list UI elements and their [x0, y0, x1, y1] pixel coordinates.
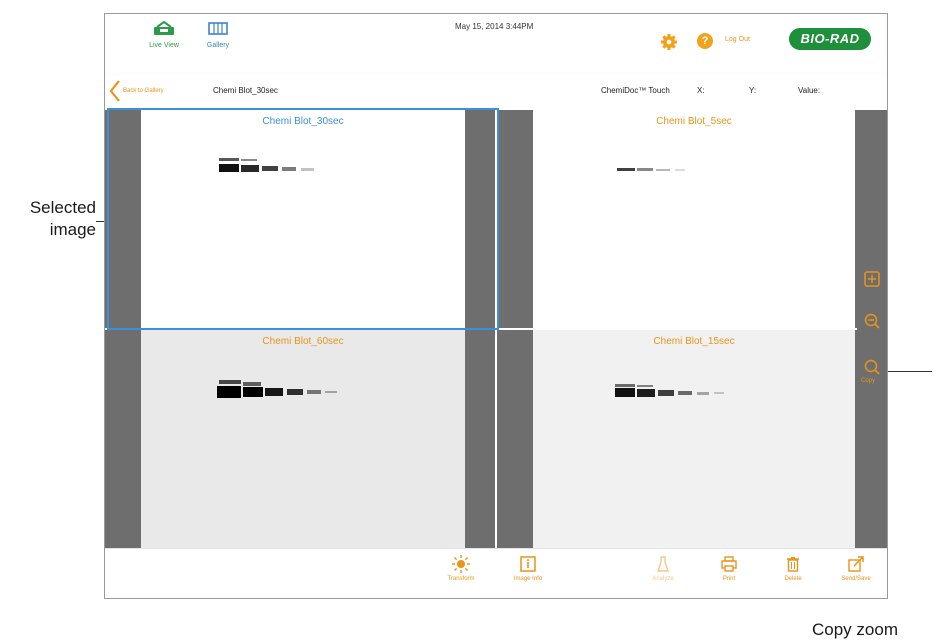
zoom-out-icon[interactable]	[863, 312, 881, 330]
zoom-in-icon[interactable]	[863, 270, 881, 288]
sun-icon	[452, 555, 470, 573]
live-view-label: Live View	[149, 42, 179, 49]
blot-panel-15sec[interactable]: Chemi Blot_15sec	[533, 330, 855, 548]
device-screen: Live View Gallery May 15, 2014 3:44PM ? …	[104, 13, 888, 599]
send-save-button[interactable]: Send/Save	[830, 555, 882, 582]
info-icon	[520, 556, 536, 572]
date-time: May 15, 2014 3:44PM	[455, 22, 534, 31]
callout-text-line2: image	[49, 220, 96, 239]
analyze-button[interactable]: Analyze	[637, 555, 689, 582]
bio-rad-logo: BIO-RAD	[789, 28, 871, 50]
trash-icon	[787, 557, 799, 572]
callout-text-line1: Selected	[29, 198, 96, 217]
image-info-bar: Back to Gallery Chemi Blot_30sec ChemiDo…	[105, 74, 887, 110]
back-label: Back to Gallery	[123, 88, 164, 94]
back-to-gallery-button[interactable]: Back to Gallery	[109, 78, 164, 104]
live-view-icon	[154, 20, 174, 35]
selected-image-callout: Selected image	[20, 197, 96, 241]
copy-zoom-icon[interactable]	[863, 358, 881, 376]
y-coordinate-label: Y:	[749, 86, 757, 95]
blot-panel-60sec[interactable]: Chemi Blot_60sec	[141, 330, 465, 548]
analyze-label: Analyze	[652, 576, 674, 582]
print-button[interactable]: Print	[703, 555, 755, 582]
share-icon	[848, 556, 864, 572]
send-save-label: Send/Save	[841, 576, 871, 582]
chevron-left-icon	[109, 80, 120, 102]
zoom-controls: Copy	[857, 110, 887, 548]
flask-icon	[657, 556, 669, 572]
delete-label: Delete	[784, 576, 802, 582]
image-info-button[interactable]: Image Info	[502, 555, 554, 582]
x-coordinate-label: X:	[697, 86, 705, 95]
transform-button[interactable]: Transform	[435, 555, 487, 582]
pixel-value-label: Value:	[798, 86, 821, 95]
print-label: Print	[722, 576, 736, 582]
instrument-name: ChemiDoc™ Touch	[601, 86, 670, 95]
blot-panel-5sec[interactable]: Chemi Blot_5sec	[533, 110, 855, 328]
blot-bands-image	[217, 380, 337, 398]
selected-image-highlight	[107, 108, 499, 330]
live-view-button[interactable]: Live View	[141, 20, 187, 49]
logout-link[interactable]: Log Out	[725, 36, 750, 43]
blot-bands-image	[615, 384, 724, 397]
delete-button[interactable]: Delete	[767, 555, 819, 582]
copy-zoom-callout: Copy zoom	[812, 620, 898, 639]
gallery-label: Gallery	[206, 42, 230, 49]
image-info-label: Image Info	[513, 576, 543, 582]
top-bar: Live View Gallery May 15, 2014 3:44PM ? …	[105, 14, 887, 72]
help-icon[interactable]: ?	[697, 33, 713, 49]
gear-icon[interactable]	[660, 33, 678, 51]
gallery-icon	[208, 22, 228, 35]
printer-icon	[721, 556, 737, 572]
image-title: Chemi Blot_30sec	[213, 86, 278, 95]
copy-zoom-label: Copy	[861, 378, 876, 384]
blot-bands-image	[617, 168, 685, 171]
gallery-button[interactable]: Gallery	[195, 20, 241, 49]
bottom-toolbar: Transform Image Info Analyze Print Delet…	[105, 548, 887, 598]
transform-label: Transform	[447, 576, 475, 582]
image-grid: Chemi Blot_30sec Chemi Blot_5sec Chemi B…	[105, 108, 887, 548]
